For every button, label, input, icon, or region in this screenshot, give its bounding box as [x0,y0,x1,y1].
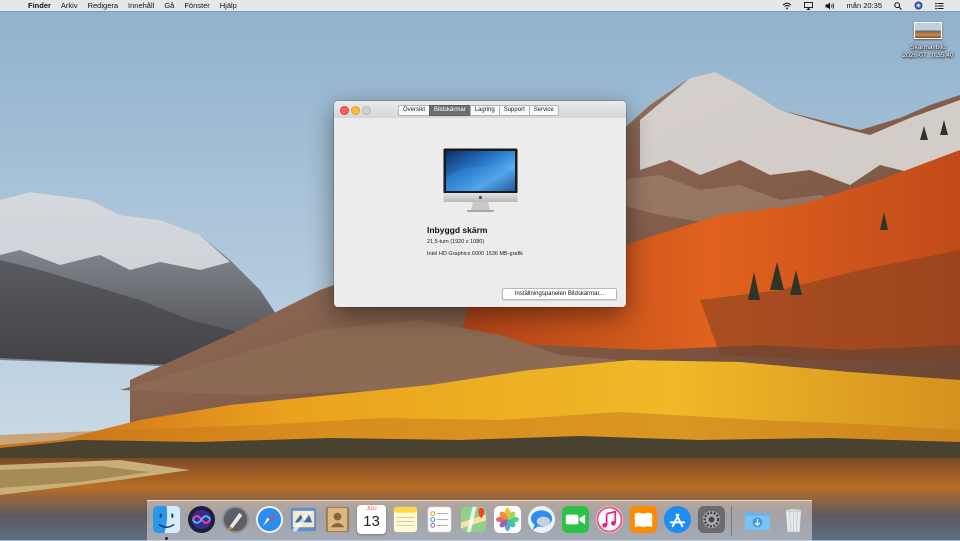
menubar-clock[interactable]: mån 20:35 [847,1,882,10]
window-titlebar[interactable]: Översikt Bildskärmar Lagring Support Ser… [334,101,626,119]
calendar-day: 13 [363,513,380,530]
dock: JULI 13 [147,500,812,541]
menu-arkiv[interactable]: Arkiv [61,1,78,10]
tab-service[interactable]: Service [528,105,559,116]
downloads-folder-icon[interactable] [743,505,772,534]
airplay-icon[interactable] [803,1,813,10]
display-graphics: Intel HD Graphics 6000 1536 MB-grafik [427,251,523,257]
menu-finder[interactable]: Finder [28,1,51,10]
display-name: Inbyggd skärm [427,225,488,235]
zoom-button[interactable] [362,106,371,115]
about-this-mac-window: Översikt Bildskärmar Lagring Support Ser… [334,101,626,307]
itunes-icon[interactable] [595,505,624,534]
tab-bildskarmar[interactable]: Bildskärmar [429,105,470,116]
menu-ga[interactable]: Gå [164,1,174,10]
minimize-button[interactable] [351,106,360,115]
ibooks-icon[interactable] [629,505,658,534]
calendar-month: JULI [357,505,386,513]
wifi-icon[interactable] [782,2,792,10]
finder-running-indicator [165,536,168,540]
notification-center-icon[interactable] [935,2,944,10]
window-content: Inbyggd skärm 21,5-tum (1920 x 1080) Int… [334,118,626,307]
trash-icon[interactable] [779,505,808,534]
notes-icon[interactable] [391,505,420,534]
search-icon[interactable] [894,1,902,10]
desktop-screenshot-file[interactable]: Skärmavbild 2026-07...0.35.40 [900,22,956,60]
menu-bar: Finder Arkiv Redigera Innehåll Gå Fönste… [0,0,960,11]
tab-support[interactable]: Support [498,105,529,116]
system-preferences-icon[interactable] [697,505,726,534]
segmented-tabs: Översikt Bildskärmar Lagring Support Ser… [398,105,559,116]
photos-icon[interactable] [493,505,522,534]
tab-lagring[interactable]: Lagring [469,105,499,116]
menu-hjalp[interactable]: Hjälp [220,1,237,10]
display-preferences-button[interactable]: Inställningspanelen Bildskärmar... [502,288,617,300]
display-resolution: 21,5-tum (1920 x 1080) [427,239,485,245]
imac-display-icon [443,148,518,212]
desktop-file-label: Skärmavbild 2026-07...0.35.40 [902,44,954,59]
mail-icon[interactable] [289,505,318,534]
appstore-icon[interactable] [663,505,692,534]
reminders-icon[interactable] [425,505,454,534]
contacts-icon[interactable] [323,505,352,534]
screenshot-thumbnail [914,22,942,39]
siri-icon[interactable] [187,505,216,534]
launchpad-icon[interactable] [221,505,250,534]
siri-icon[interactable] [914,1,923,10]
safari-icon[interactable] [255,505,284,534]
volume-icon[interactable] [825,2,835,10]
close-button[interactable] [340,106,349,115]
messages-icon[interactable] [527,505,556,534]
tab-oversikt[interactable]: Översikt [398,105,430,116]
menu-redigera[interactable]: Redigera [88,1,118,10]
calendar-icon[interactable]: JULI 13 [357,505,386,534]
menu-innehall[interactable]: Innehåll [128,1,154,10]
finder-icon[interactable] [152,505,181,534]
maps-icon[interactable] [459,505,488,534]
facetime-icon[interactable] [561,505,590,534]
dock-separator [731,506,732,536]
menu-fonster[interactable]: Fönster [184,1,209,10]
